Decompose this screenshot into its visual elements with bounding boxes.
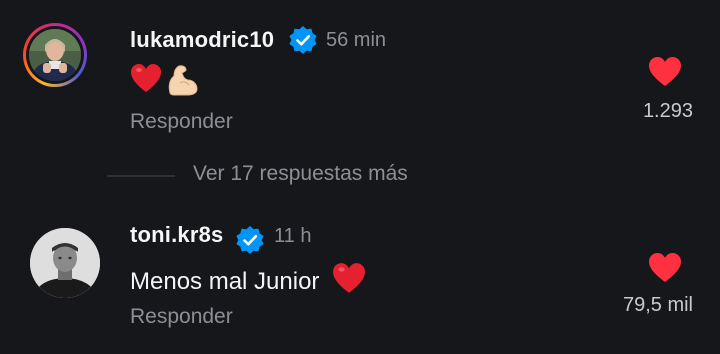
heart-icon[interactable] <box>648 252 682 284</box>
red-heart-emoji-icon <box>131 64 161 92</box>
flexed-biceps-emoji-icon <box>168 65 198 96</box>
reply-button[interactable]: Responder <box>130 305 233 329</box>
comment-text-content: Menos mal Junior <box>130 268 320 295</box>
view-replies-divider <box>107 175 175 177</box>
reply-button[interactable]: Responder <box>130 110 233 134</box>
verified-badge-icon <box>289 26 317 54</box>
like-count: 1.293 <box>642 100 693 122</box>
story-ring[interactable] <box>23 23 87 87</box>
comment-item: toni.kr8s 11 h Menos mal Junior Responde… <box>0 206 720 354</box>
red-heart-emoji-icon <box>333 263 366 293</box>
avatar-image-icon <box>29 29 81 81</box>
avatar-frame <box>26 26 84 84</box>
comment-text: Menos mal Junior <box>130 262 366 296</box>
comment-timestamp: 56 min <box>326 29 387 51</box>
comment-username[interactable]: toni.kr8s <box>130 222 224 248</box>
verified-badge-icon <box>236 226 264 254</box>
view-more-replies-button[interactable]: Ver 17 respuestas más <box>193 162 408 186</box>
avatar-image-icon <box>30 228 100 298</box>
comment-timestamp: 11 h <box>274 225 312 247</box>
avatar[interactable] <box>29 29 81 81</box>
avatar[interactable] <box>30 228 100 298</box>
heart-icon[interactable] <box>648 56 682 88</box>
comment-text <box>130 63 200 97</box>
comment-item: lukamodric10 56 min Responder 1.293 <box>0 0 720 150</box>
comment-username[interactable]: lukamodric10 <box>130 27 274 53</box>
like-count: 79,5 mil <box>622 294 693 316</box>
